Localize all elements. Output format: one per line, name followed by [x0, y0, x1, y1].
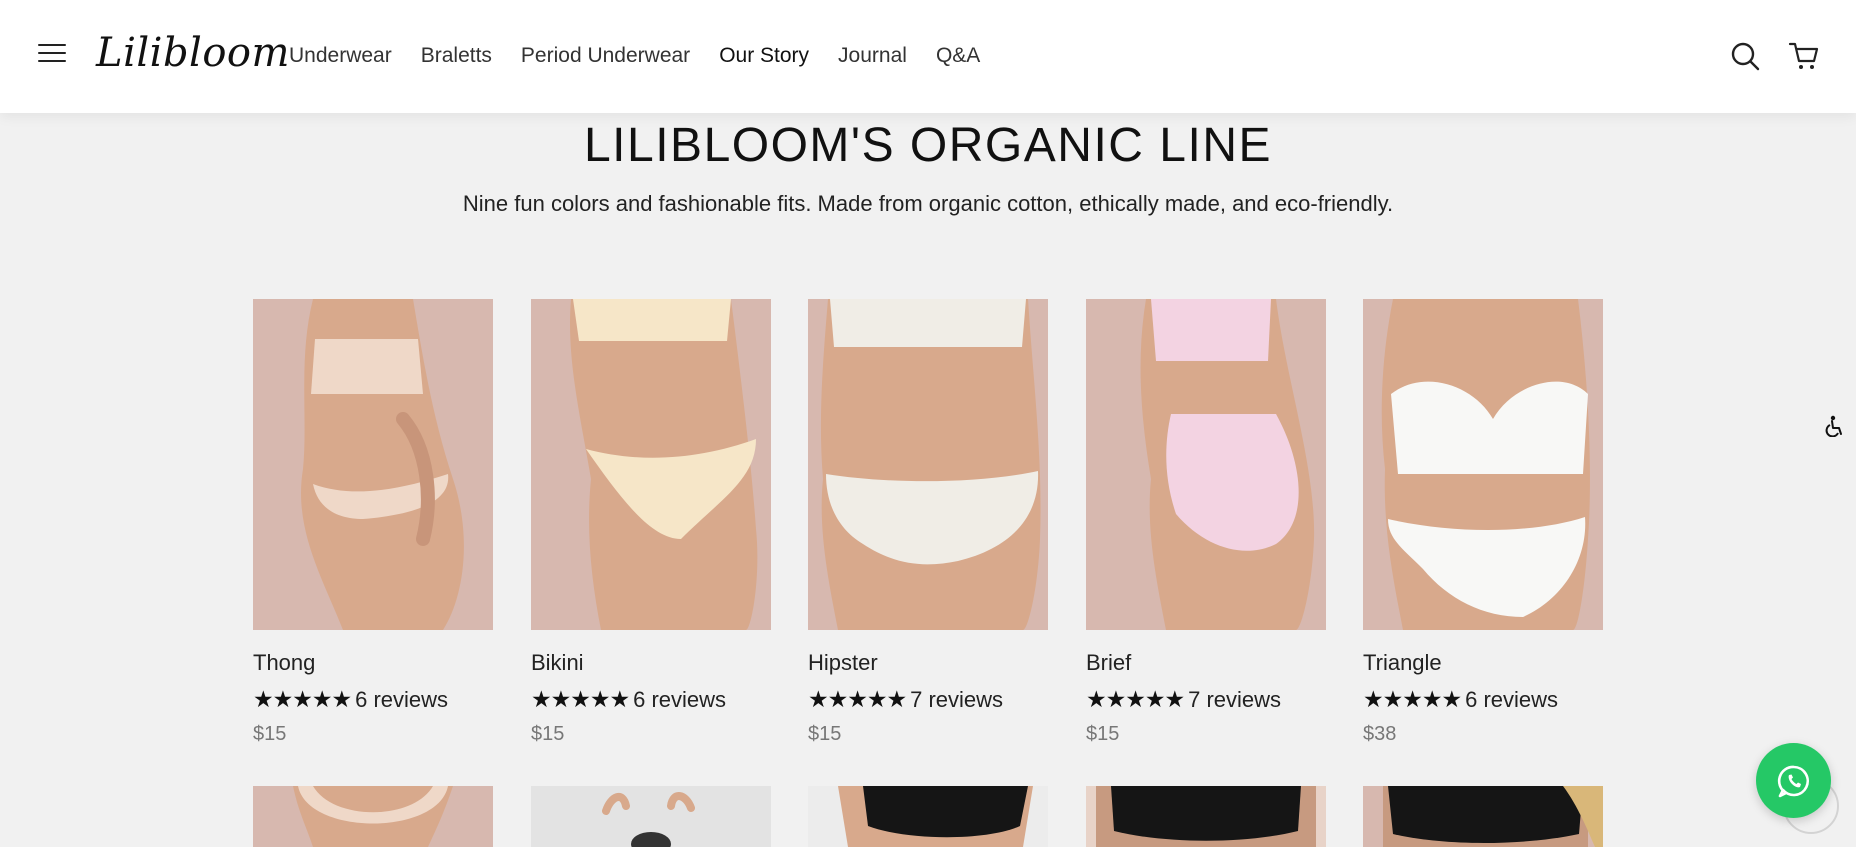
product-image[interactable] [1086, 786, 1326, 847]
cart-icon[interactable] [1788, 40, 1820, 72]
nav-journal[interactable]: Journal [838, 44, 907, 68]
product-name[interactable]: Thong [253, 650, 493, 676]
product-name[interactable]: Brief [1086, 650, 1326, 676]
product-card[interactable]: Thong ★★★★★ 6 reviews $15 [253, 299, 493, 746]
menu-icon[interactable] [38, 44, 66, 68]
product-card[interactable]: Bikini ★★★★★ 6 reviews $15 [531, 299, 771, 746]
nav-underwear[interactable]: Underwear [289, 44, 392, 68]
page-subtitle: Nine fun colors and fashionable fits. Ma… [462, 191, 1394, 216]
star-rating-icon: ★★★★★ [531, 686, 630, 712]
product-name[interactable]: Triangle [1363, 650, 1603, 676]
review-count[interactable]: 6 reviews [633, 687, 726, 713]
nav-period-underwear[interactable]: Period Underwear [521, 44, 690, 68]
product-name[interactable]: Hipster [808, 650, 1048, 676]
star-rating-icon: ★★★★★ [253, 686, 352, 712]
review-count[interactable]: 6 reviews [1465, 687, 1558, 713]
product-price: $15 [531, 723, 565, 745]
site-header: Lilibloom Underwear Braletts Period Unde… [0, 0, 1856, 113]
main-nav: Underwear Braletts Period Underwear Our … [289, 44, 980, 68]
product-price: $15 [1086, 723, 1120, 745]
review-count[interactable]: 7 reviews [910, 687, 1003, 713]
product-price: $38 [1363, 723, 1397, 745]
product-rating: ★★★★★ 7 reviews [808, 686, 1048, 713]
product-image[interactable] [1086, 299, 1326, 630]
review-count[interactable]: 7 reviews [1188, 687, 1281, 713]
product-rating: ★★★★★ 6 reviews [253, 686, 493, 713]
product-rating: ★★★★★ 7 reviews [1086, 686, 1326, 713]
star-rating-icon: ★★★★★ [1363, 686, 1462, 712]
accessibility-icon[interactable] [1824, 415, 1846, 437]
product-price: $15 [808, 723, 842, 745]
star-rating-icon: ★★★★★ [1086, 686, 1185, 712]
star-rating-icon: ★★★★★ [808, 686, 907, 712]
product-image[interactable] [1363, 299, 1603, 630]
nav-qa[interactable]: Q&A [936, 44, 980, 68]
product-name[interactable]: Bikini [531, 650, 771, 676]
product-image[interactable] [808, 786, 1048, 847]
product-image[interactable] [531, 299, 771, 630]
product-card[interactable]: Hipster ★★★★★ 7 reviews $15 [808, 299, 1048, 746]
page-title: LILIBLOOM'S ORGANIC LINE [583, 119, 1272, 172]
product-image[interactable] [808, 299, 1048, 630]
nav-braletts[interactable]: Braletts [421, 44, 492, 68]
product-image[interactable] [253, 299, 493, 630]
whatsapp-button[interactable] [1756, 743, 1831, 818]
product-image[interactable] [1363, 786, 1603, 847]
logo[interactable]: Lilibloom [96, 30, 290, 76]
nav-our-story[interactable]: Our Story [719, 44, 809, 68]
product-image[interactable] [253, 786, 493, 847]
product-rating: ★★★★★ 6 reviews [531, 686, 771, 713]
product-rating: ★★★★★ 6 reviews [1363, 686, 1603, 713]
whatsapp-icon [1777, 765, 1809, 797]
search-icon[interactable] [1729, 40, 1761, 72]
product-card[interactable]: Brief ★★★★★ 7 reviews $15 [1086, 299, 1326, 746]
product-image[interactable] [531, 786, 771, 847]
product-price: $15 [253, 723, 287, 745]
product-card[interactable]: Triangle ★★★★★ 6 reviews $38 [1363, 299, 1603, 746]
review-count[interactable]: 6 reviews [355, 687, 448, 713]
